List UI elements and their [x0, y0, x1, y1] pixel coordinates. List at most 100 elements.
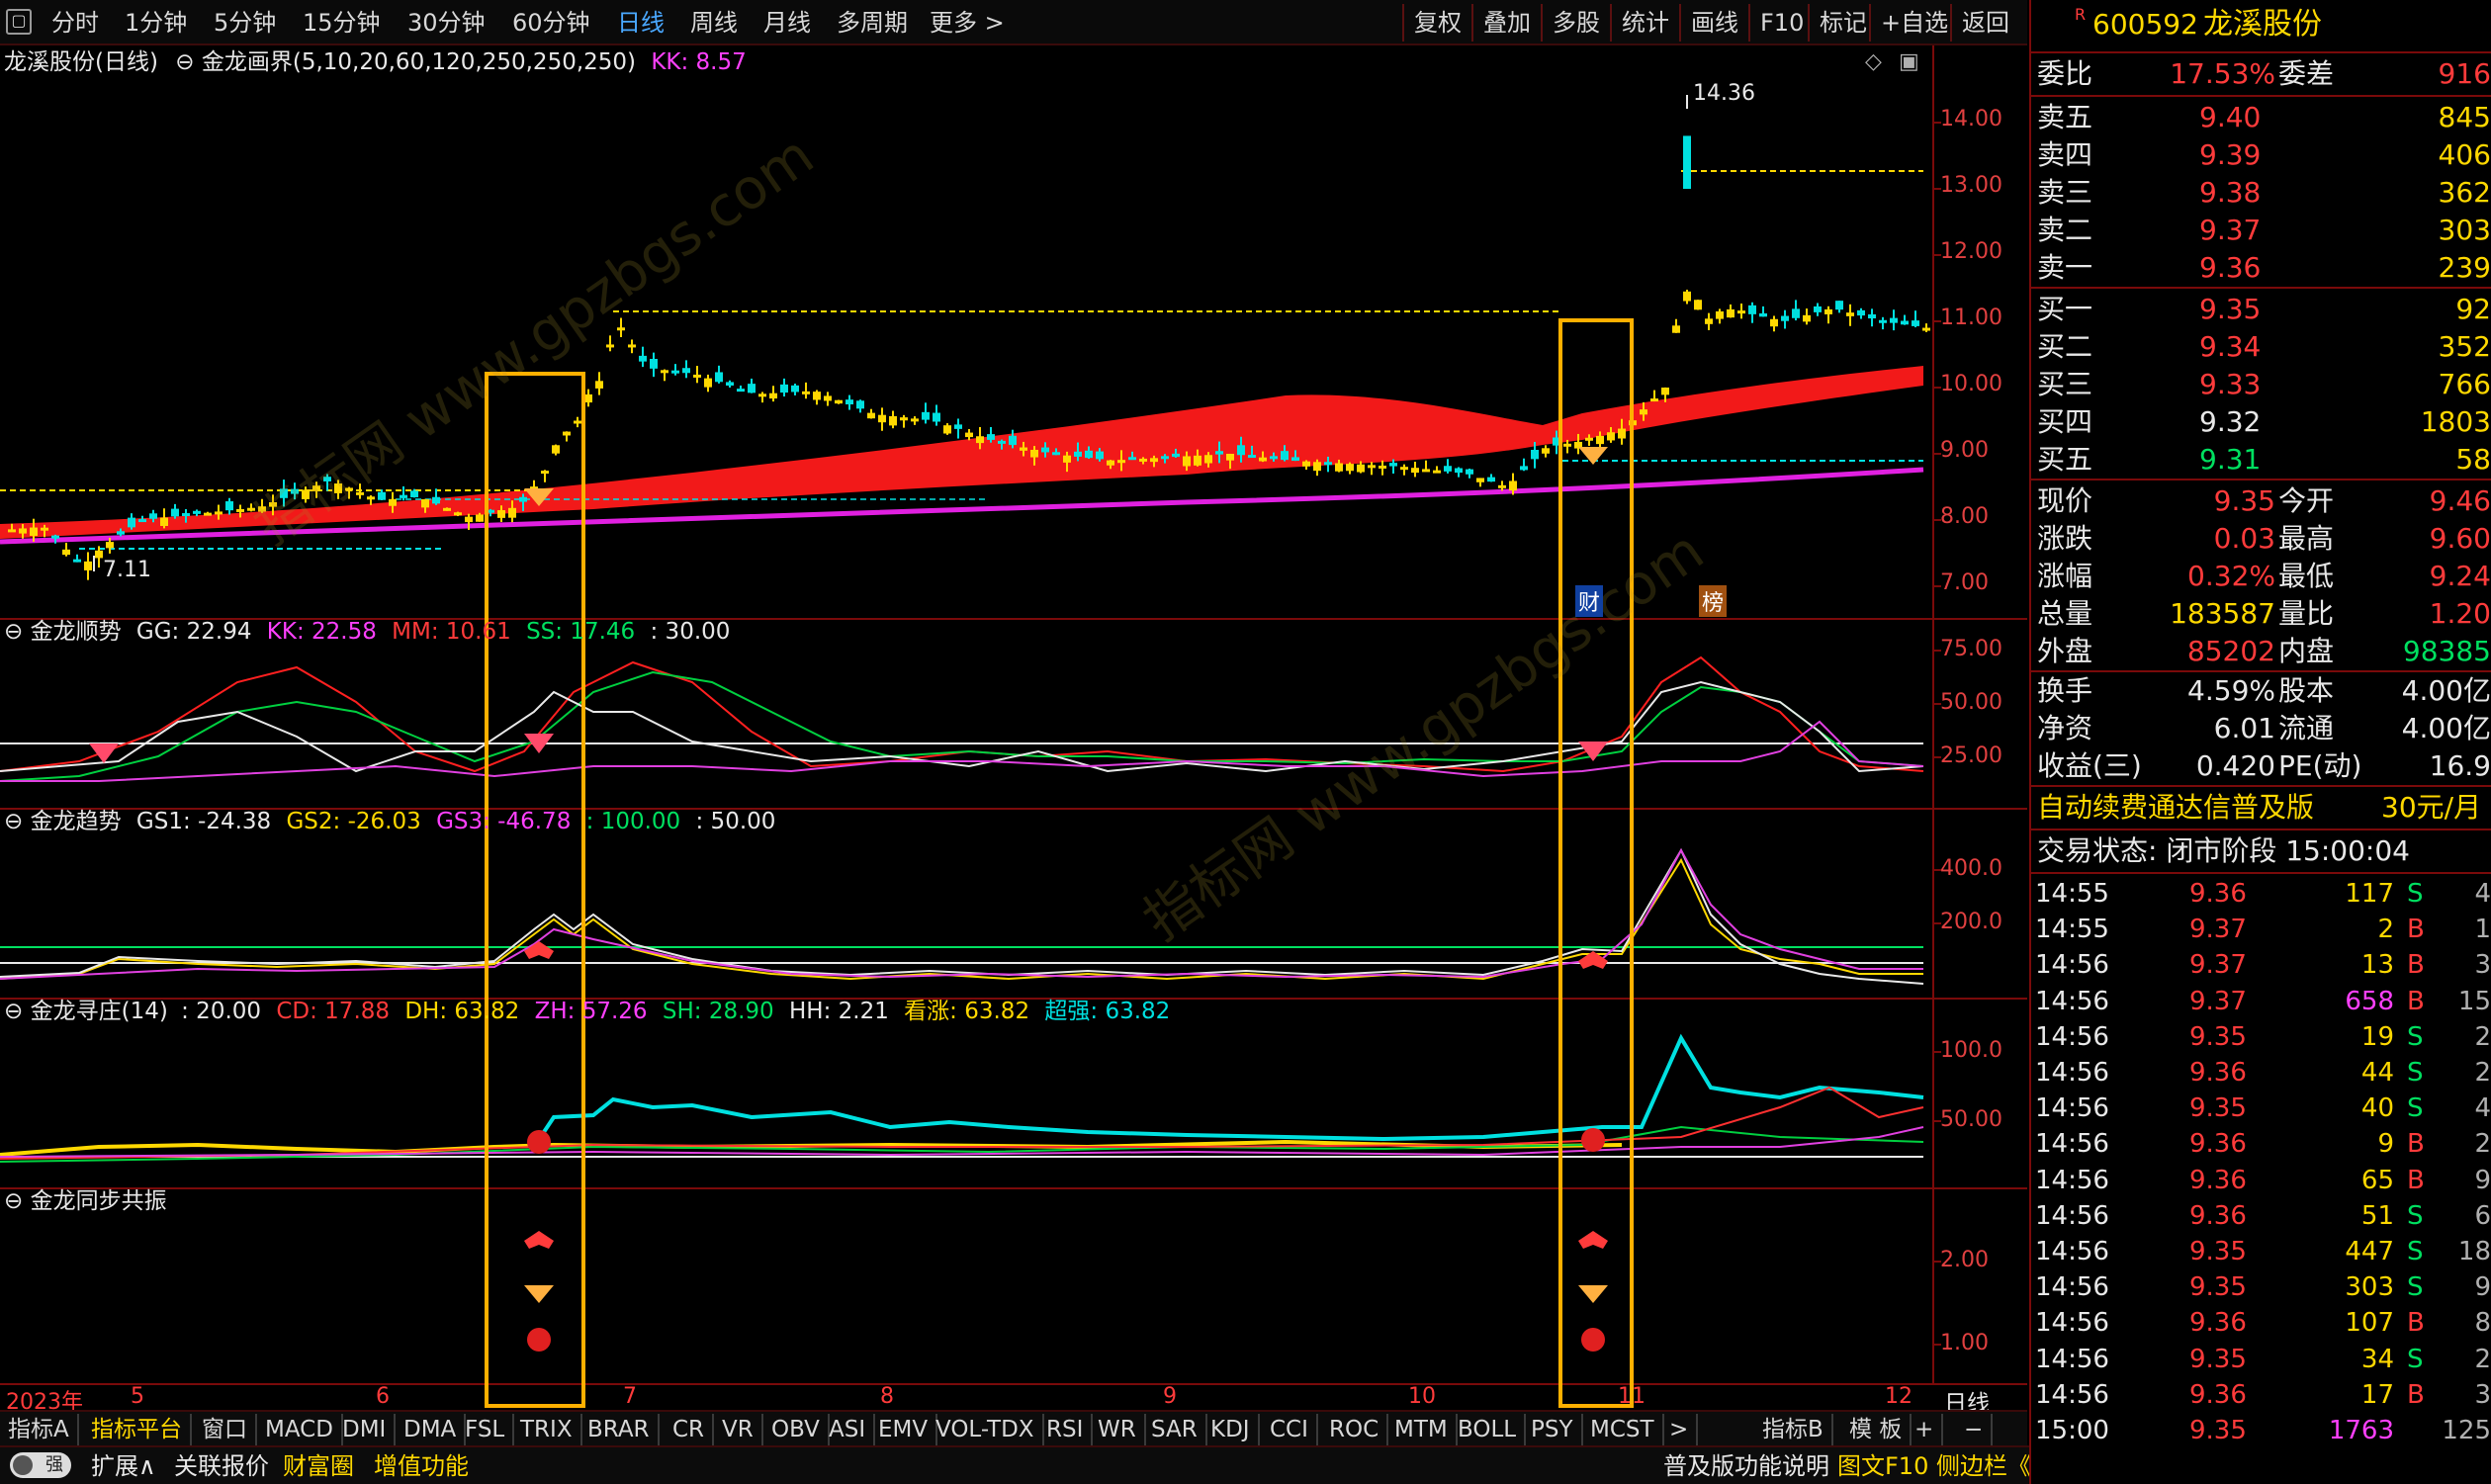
quote-panel: R 600592 龙溪股份 委比 17.53% 委差 916 卖五 9.40 845…: [2029, 0, 2491, 1484]
pane1-title: ⊖ 金龙顺势 GG: 22.94 KK: 22.58 MM: 10.61 SS:…: [4, 617, 730, 647]
order-book-row: 卖三 9.38 362: [2031, 174, 2491, 211]
collapse-icon[interactable]: ⊖: [4, 1188, 23, 1214]
indicator-tab[interactable]: OBV: [763, 1414, 830, 1445]
indicator-tab[interactable]: WR: [1090, 1414, 1146, 1445]
indicator-tab[interactable]: VR: [714, 1414, 763, 1445]
stat-value: 0.420: [2195, 749, 2275, 782]
tick-volume: 65: [2360, 1165, 2394, 1195]
indicator-tab[interactable]: 指标平台: [83, 1414, 192, 1445]
stat-value: 9.46: [2429, 484, 2491, 517]
value: 916: [2438, 57, 2491, 90]
ranking-tag[interactable]: 榜: [1699, 585, 1728, 617]
f10-link[interactable]: 图文F10: [1837, 1449, 1928, 1483]
order-book-row: 买三 9.33 766: [2031, 366, 2491, 402]
indicator-tab[interactable]: +: [1907, 1414, 1944, 1445]
order-ratio-row: 委比 17.53% 委差 916: [2031, 55, 2491, 92]
wealth-circle-button[interactable]: 财富圈: [283, 1449, 354, 1483]
indicator-tab[interactable]: CCI: [1262, 1414, 1318, 1445]
indicator-tab[interactable]: ROC: [1321, 1414, 1389, 1445]
indicator-tab[interactable]: FSL: [457, 1414, 515, 1445]
level-volume: 845: [2438, 101, 2491, 133]
tick-row: 14:55 9.36 117 S 4: [2031, 876, 2491, 912]
tick-price: 9.35: [2189, 1344, 2247, 1374]
tick-row: 14:56 9.35 40 S 4: [2031, 1091, 2491, 1126]
indicator-tab[interactable]: DMI: [334, 1414, 397, 1445]
indicator-tab[interactable]: BOLL: [1450, 1414, 1527, 1445]
indicator-tab[interactable]: BRAR: [579, 1414, 660, 1445]
level-label: 卖三: [2037, 176, 2093, 209]
indicator-tab[interactable]: PSY: [1523, 1414, 1583, 1445]
level-price: 9.35: [2199, 293, 2262, 325]
collapse-icon[interactable]: ⊖: [4, 619, 23, 645]
x-label: 12: [1885, 1384, 1913, 1409]
strength-toggle[interactable]: 强: [10, 1452, 71, 1478]
tick-row: 14:56 9.36 44 S 2: [2031, 1055, 2491, 1091]
level-price: 9.34: [2199, 330, 2262, 363]
tick-count: 4: [2474, 1093, 2491, 1124]
sidebar-toggle[interactable]: 侧边栏《: [1936, 1449, 2031, 1483]
tick-time: 14:56: [2035, 1021, 2109, 1052]
level-volume: 239: [2438, 251, 2491, 284]
level-price: 9.32: [2199, 405, 2262, 438]
level-price: 9.33: [2199, 368, 2262, 400]
status-text: 交易状态: 闭市阶段 15:00:04: [2037, 834, 2410, 867]
r-mark: R: [2075, 5, 2087, 24]
indicator-tab[interactable]: 模 板: [1841, 1414, 1913, 1445]
indicator-tab[interactable]: 窗口: [194, 1414, 257, 1445]
indicator-tab[interactable]: >: [1661, 1414, 1699, 1445]
indicator-tab[interactable]: SAR: [1143, 1414, 1207, 1445]
indicator-tab[interactable]: 指标B: [1754, 1414, 1833, 1445]
tick-side: B: [2407, 1165, 2425, 1195]
stat-row: 涨跌 0.03 最高 9.60: [2031, 520, 2491, 557]
indicator-tab[interactable]: CR: [665, 1414, 715, 1445]
financial-tag[interactable]: 财: [1575, 585, 1604, 617]
tick-time: 14:56: [2035, 1200, 2109, 1231]
stat-value: 16.9: [2429, 749, 2491, 782]
tick-price: 9.37: [2189, 950, 2247, 981]
stat-value: 0.03: [2213, 522, 2275, 555]
value-added-button[interactable]: 增值功能: [374, 1449, 469, 1483]
tick-row: 14:56 9.36 107 B 8: [2031, 1305, 2491, 1341]
pane3-name: 金龙寻庄(14): [30, 999, 168, 1024]
indicator-tab[interactable]: MTM: [1386, 1414, 1458, 1445]
stat-row: 净资 6.01 流通 4.00亿: [2031, 710, 2491, 746]
indicator-tab[interactable]: VOL-TDX: [928, 1414, 1044, 1445]
indicator-tab[interactable]: MACD: [257, 1414, 343, 1445]
cd-value: CD: 17.88: [276, 999, 391, 1024]
indicator-tab[interactable]: ASI: [821, 1414, 876, 1445]
tick-price: 9.36: [2189, 1200, 2247, 1231]
toggle-label: 强: [45, 1454, 63, 1475]
indicator-tab[interactable]: TRIX: [512, 1414, 582, 1445]
indicator-tab[interactable]: KDJ: [1202, 1414, 1260, 1445]
help-link[interactable]: 普及版功能说明: [1663, 1449, 1829, 1483]
tick-side: S: [2407, 1058, 2424, 1088]
indicator-tab[interactable]: RSI: [1038, 1414, 1094, 1445]
expand-button[interactable]: 扩展∧: [91, 1449, 156, 1483]
indicator-tab[interactable]: DMA: [396, 1414, 467, 1445]
pane1-name: 金龙顺势: [30, 619, 122, 645]
tick-row: 14:56 9.37 13 B 3: [2031, 947, 2491, 983]
indicator-tab[interactable]: −: [1956, 1414, 1994, 1445]
indicator-tab[interactable]: 指标A: [0, 1414, 79, 1445]
pane4-name: 金龙同步共振: [30, 1188, 167, 1214]
chaoqiang-value: 超强: 63.82: [1044, 999, 1171, 1024]
stat-label: 净资: [2037, 712, 2093, 744]
tick-count: 2: [2474, 1129, 2491, 1160]
level-label: 买四: [2037, 405, 2093, 438]
tick-volume: 658: [2345, 986, 2394, 1016]
stat-label: 内盘: [2278, 635, 2335, 667]
level-volume: 406: [2438, 138, 2491, 171]
tick-row: 14:55 9.37 2 B 1: [2031, 912, 2491, 947]
collapse-icon[interactable]: ⊖: [4, 999, 23, 1024]
tick-volume: 34: [2360, 1344, 2394, 1374]
tick-count: 2: [2474, 1058, 2491, 1088]
collapse-icon[interactable]: ⊖: [4, 809, 23, 834]
promo-row[interactable]: 自动续费通达信普及版 30元/月: [2031, 789, 2491, 826]
stat-value: 4.00亿: [2401, 674, 2491, 707]
tick-time: 14:56: [2035, 950, 2109, 981]
tick-volume: 13: [2360, 950, 2394, 981]
related-quote-button[interactable]: 关联报价: [174, 1449, 269, 1483]
tick-volume: 303: [2345, 1272, 2394, 1303]
level-volume: 1803: [2420, 405, 2491, 438]
indicator-tab[interactable]: MCST: [1582, 1414, 1664, 1445]
